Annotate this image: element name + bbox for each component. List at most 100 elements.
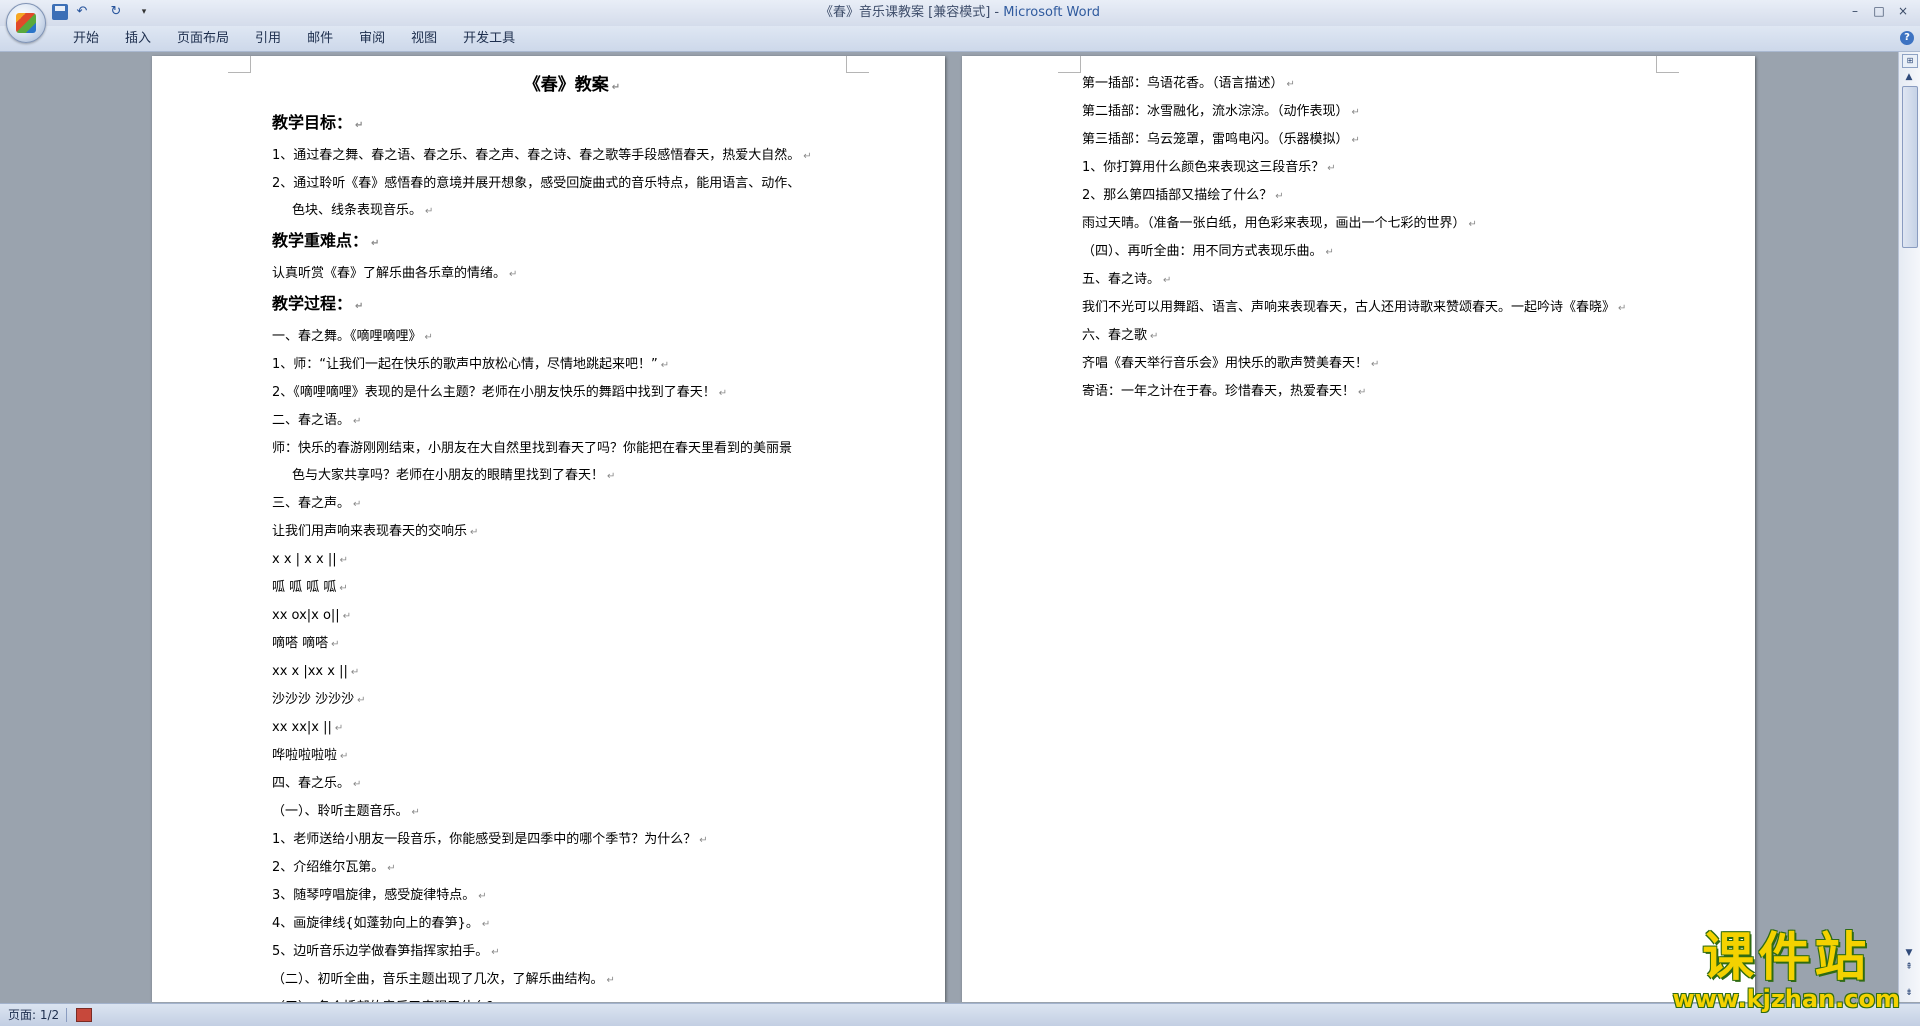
paragraph-mark: ↵ [342, 611, 352, 622]
paragraph-mark: ↵ [1371, 359, 1380, 370]
paragraph-mark: ↵ [411, 807, 420, 818]
paragraph-mark: ↵ [699, 835, 708, 846]
line-text: 色块、线条表现音乐。 [292, 203, 423, 218]
paragraph-mark: ↵ [353, 499, 362, 510]
previous-page-icon[interactable]: ⇞ [1902, 960, 1916, 974]
document-line: 2、通过聆听《春》感悟春的意境并展开想象，感受回旋曲式的音乐特点，能用语言、动作… [272, 170, 872, 197]
view-ruler-icon[interactable]: ⊞ [1902, 54, 1918, 68]
ribbon-tab[interactable]: 审阅 [346, 26, 398, 51]
paragraph-mark: ↵ [1325, 247, 1334, 258]
document-line: 雨过天晴。（准备一张白纸，用色彩来表现，画出一个七彩的世界） ↵ [1082, 210, 1682, 238]
paragraph-mark: ↵ [1618, 303, 1627, 314]
help-icon[interactable]: ? [1900, 31, 1914, 45]
ribbon-tab[interactable]: 开发工具 [450, 26, 528, 51]
paragraph-mark: ↵ [425, 206, 434, 217]
paragraph-mark: ↵ [607, 471, 616, 482]
app-name: Microsoft Word [1003, 5, 1100, 20]
ribbon-tab[interactable]: 邮件 [294, 26, 346, 51]
line-text: 寄语：一年之计在于春。珍惜春天，热爱春天！ [1082, 384, 1356, 399]
line-text: 让我们用声响来表现春天的交响乐 [272, 524, 468, 539]
line-text: 认真听赏《春》了解乐曲各乐章的情绪。 [272, 266, 507, 281]
scroll-thumb[interactable] [1902, 86, 1918, 248]
line-text: 五、春之诗。 [1082, 272, 1161, 287]
close-button[interactable]: × [1892, 2, 1914, 20]
document-page-1[interactable]: 《春》教案 ↵ 教学目标： ↵ 1、通过春之舞、春之语、春之乐、春之声、春之诗、春之歌… [152, 56, 945, 1002]
document-line: 让我们用声响来表现春天的交响乐 ↵ [272, 518, 872, 546]
paragraph-mark: ↵ [611, 82, 621, 93]
page-2-content: 第一插部：鸟语花香。（语言描述） ↵ 第二插部：冰雪融化，流水淙淙。（动作表现） ↵ 第… [1082, 70, 1682, 406]
maximize-button[interactable]: □ [1868, 2, 1890, 20]
document-line: 2、《嘀哩嘀哩》表现的是什么主题？老师在小朋友快乐的舞蹈中找到了春天！ ↵ [272, 379, 872, 407]
line-text: 一、春之舞。《嘀哩嘀哩》 [272, 329, 422, 344]
line-text: 1、你打算用什么颜色来表现这三段音乐？ [1082, 160, 1325, 175]
ribbon-tab[interactable]: 引用 [242, 26, 294, 51]
line-text: 雨过天晴。（准备一张白纸，用色彩来表现，画出一个七彩的世界） [1082, 216, 1466, 231]
paragraph-mark: ↵ [803, 151, 812, 162]
page-2-lines: 第一插部：鸟语花香。（语言描述） ↵ 第二插部：冰雪融化，流水淙淙。（动作表现） ↵ 第… [1082, 70, 1682, 406]
document-line: 色块、线条表现音乐。 ↵ [272, 197, 872, 225]
document-line: 师：快乐的春游刚刚结束，小朋友在大自然里找到春天了吗？你能把在春天里看到的美丽景 [272, 435, 872, 462]
document-line: 2、那么第四插部又描绘了什么？ ↵ [1082, 182, 1682, 210]
ribbon-tab[interactable]: 视图 [398, 26, 450, 51]
document-line: 我们不光可以用舞蹈、语言、声响来表现春天，古人还用诗歌来赞颂春天。一起吟诗《春晓… [1082, 294, 1682, 322]
line-text: 六、春之歌 [1082, 328, 1148, 343]
paragraph-mark: ↵ [353, 779, 362, 790]
document-line: 1、你打算用什么颜色来表现这三段音乐？ ↵ [1082, 154, 1682, 182]
line-text: 色与大家共享吗？老师在小朋友的眼睛里找到了春天！ [292, 468, 605, 483]
line-text: （四）、再听全曲：用不同方式表现乐曲。 [1082, 244, 1323, 259]
document-line: （四）、再听全曲：用不同方式表现乐曲。 ↵ [1082, 238, 1682, 266]
ribbon-tab[interactable]: 插入 [112, 26, 164, 51]
proofing-icon[interactable] [76, 1008, 92, 1022]
line-text: （三）、各个插部的音乐又表现了什么？ [272, 1000, 500, 1002]
margin-corner-mark [228, 56, 251, 73]
office-button[interactable] [6, 3, 46, 43]
line-text: 二、春之语。 [272, 413, 351, 428]
paragraph-mark: ↵ [353, 416, 362, 427]
scroll-up-icon[interactable]: ▲ [1902, 70, 1916, 84]
paragraph-mark: ↵ [1327, 163, 1336, 174]
line-text: xx x |xx x || [272, 664, 348, 679]
paragraph-mark: ↵ [355, 120, 364, 131]
paragraph-mark: ↵ [1150, 331, 1159, 342]
paragraph-mark: ↵ [491, 947, 500, 958]
ribbon-tab[interactable]: 开始 [60, 26, 112, 51]
document-line: 六、春之歌 ↵ [1082, 322, 1682, 350]
line-text: 哗啦啦啦啦 [272, 748, 338, 763]
line-text: （一）、聆听主题音乐。 [272, 804, 409, 819]
line-text: 第二插部：冰雪融化，流水淙淙。（动作表现） [1082, 104, 1349, 119]
line-text: 沙沙沙 沙沙沙 [272, 692, 355, 707]
paragraph-mark: ↵ [660, 360, 670, 371]
page-1-content: 《春》教案 ↵ 教学目标： ↵ 1、通过春之舞、春之语、春之乐、春之声、春之诗、春之歌… [272, 70, 872, 1002]
line-text: 教学过程： [272, 294, 353, 313]
line-text: 2、《嘀哩嘀哩》表现的是什么主题？老师在小朋友快乐的舞蹈中找到了春天！ [272, 385, 716, 400]
paragraph-mark: ↵ [481, 919, 491, 930]
document-line: xx ox|x o|| ↵ [272, 602, 872, 630]
document-page-2[interactable]: 第一插部：鸟语花香。（语言描述） ↵ 第二插部：冰雪融化，流水淙淙。（动作表现） ↵ 第… [962, 56, 1755, 1002]
page-indicator[interactable]: 页面: 1/2 [8, 1004, 59, 1026]
line-text: 1、通过春之舞、春之语、春之乐、春之声、春之诗、春之歌等手段感悟春天，热爱大自然… [272, 148, 801, 163]
document-line: xx x |xx x || ↵ [272, 658, 872, 686]
scroll-down-icon[interactable]: ▼ [1902, 946, 1916, 960]
document-line: 五、春之诗。 ↵ [1082, 266, 1682, 294]
vertical-scrollbar[interactable]: ⊞ ▲ ▼ ⇞ ⇟ [1898, 52, 1920, 1002]
line-text: x x | x x || [272, 552, 337, 567]
document-line: 5、边听音乐边学做春笋指挥家拍手。 ↵ [272, 938, 872, 966]
office-logo-icon [16, 13, 36, 33]
document-line: x x | x x || ↵ [272, 546, 872, 574]
ribbon-tab[interactable]: 页面布局 [164, 26, 242, 51]
document-name: 《春》音乐课教案 [兼容模式] [820, 5, 991, 20]
minimize-button[interactable]: – [1844, 2, 1866, 20]
paragraph-mark: ↵ [718, 388, 728, 399]
next-page-icon[interactable]: ⇟ [1902, 986, 1916, 1000]
document-line: （二）、初听全曲，音乐主题出现了几次，了解乐曲结构。 ↵ [272, 966, 872, 994]
paragraph-mark: ↵ [1286, 79, 1295, 90]
line-text: 1、师：“让我们一起在快乐的歌声中放松心情，尽情地跳起来吧！” [272, 357, 658, 372]
line-text: 嘀嗒 嘀嗒 [272, 636, 329, 651]
document-line: 三、春之声。 ↵ [272, 490, 872, 518]
paragraph-mark: ↵ [470, 527, 479, 538]
document-line: 2、介绍维尔瓦第。 ↵ [272, 854, 872, 882]
document-title: 《春》教案 ↵ [272, 70, 872, 103]
document-line: 二、春之语。 ↵ [272, 407, 872, 435]
line-text: 2、那么第四插部又描绘了什么？ [1082, 188, 1273, 203]
line-text: xx xx|x || [272, 720, 332, 735]
